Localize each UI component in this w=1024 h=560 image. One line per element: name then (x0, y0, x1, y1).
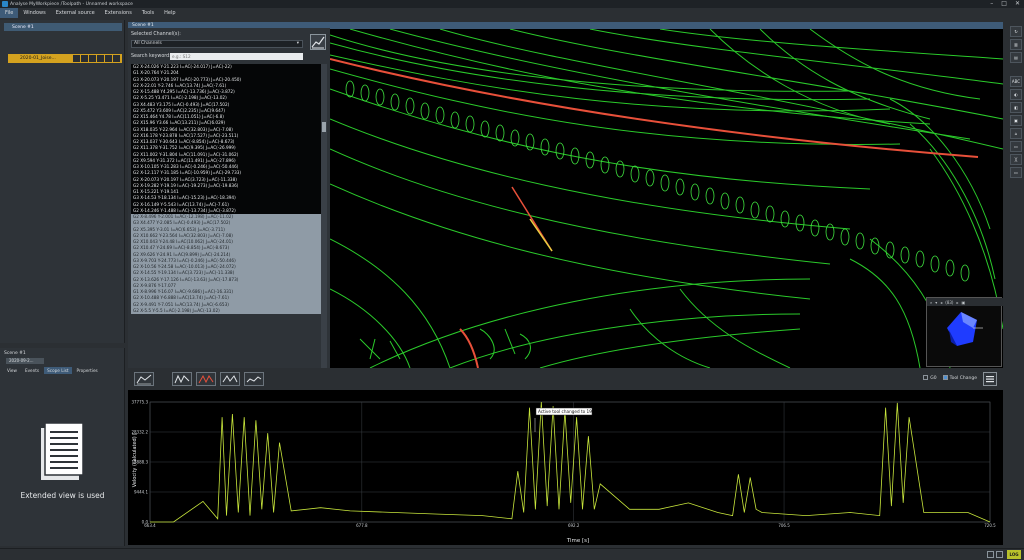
chart-mode-velocity-button[interactable] (172, 372, 192, 386)
scene-tree-panel: Scene #1 2020-01_Joise... (0, 20, 125, 343)
scene-tab-label: Scene #1 (12, 24, 34, 30)
menu-file[interactable]: File (0, 8, 19, 18)
channel-panel: Selected Channel(s): All Channels ▾ Sear… (128, 28, 330, 368)
close-icon[interactable] (113, 55, 120, 62)
chart-toolbar: G0 Tool Change (128, 369, 1003, 389)
maximize-button[interactable]: □ (1001, 0, 1007, 8)
camera-icon[interactable]: ▣ (962, 300, 966, 305)
cube-icon[interactable]: ▣ (1010, 115, 1022, 126)
zoom-icon[interactable]: ⌕ (930, 300, 932, 305)
menu-extensions[interactable]: Extensions (100, 8, 137, 18)
screen-icon[interactable]: ▭ (1010, 167, 1022, 178)
right-toolbar: ↻ ▥ ▤ ABC ◐ ◧ ▣ ⌂ ▭ ╳ ▭ (1008, 22, 1024, 548)
refresh-icon[interactable]: ↻ (1010, 26, 1022, 37)
view-icon[interactable]: ◧ (1010, 102, 1022, 113)
grid-status-icon[interactable] (996, 551, 1003, 558)
velocity-chart[interactable]: 0.0 9444.1 18888.3 28332.2 37775.3 663.4 677.8… (128, 390, 1003, 545)
code-list-scrollbar[interactable] (321, 64, 327, 368)
gcode-list[interactable]: G2 X-24.026 Y-21.223 I=AC(-24.017) J=AC(… (131, 64, 321, 368)
y-tick-label: 37775.3 (131, 400, 148, 405)
status-bar: LOG (0, 548, 1024, 560)
scene-tab[interactable]: Scene #1 (4, 23, 122, 31)
toolpath-canvas[interactable] (330, 29, 1003, 368)
text-labels-icon[interactable]: ABC (1010, 76, 1022, 87)
scrollbar-thumb[interactable] (322, 122, 326, 132)
hamburger-icon[interactable] (983, 372, 997, 386)
chart-mode-accel-button[interactable] (220, 372, 240, 386)
document-icon (41, 422, 84, 480)
menu-bar: File Windows External source Extensions … (0, 8, 1024, 18)
g0-toggle[interactable]: G0 (923, 375, 937, 381)
y-tick-label: 9444.1 (134, 489, 148, 494)
menu-help[interactable]: Help (159, 8, 180, 18)
x-tick-label: 692.2 (568, 523, 580, 528)
chart-mode-feed-button[interactable] (196, 372, 216, 386)
workpiece-preview-icon (947, 312, 983, 346)
title-bar: Analyse MyWorkpiece /Toolpath - Unnamed … (0, 0, 1024, 8)
menu-tools[interactable]: Tools (137, 8, 159, 18)
chart-mode-jerk-button[interactable] (244, 372, 264, 386)
channel-select-value: All Channels (134, 41, 162, 46)
scene-properties-panel: Scene #1 2020-09-2... View Events Scope … (0, 348, 125, 546)
arrow-right-icon[interactable]: ▸ (957, 300, 959, 305)
minimap-label: (83) (945, 299, 954, 305)
toolchange-checkbox[interactable] (942, 375, 948, 380)
x-tick-label: 720.5 (984, 523, 996, 528)
shading-icon[interactable]: ◐ (1010, 89, 1022, 100)
log-button[interactable]: LOG (1007, 550, 1021, 559)
y-axis-label: Velocity (calculated) [ (132, 433, 138, 487)
x-tick-label: 706.5 (778, 523, 790, 528)
velocity-chart-svg[interactable]: 0.09444.118888.328332.237775.3663.4 677.8… (128, 390, 1003, 545)
toolchange-toggle[interactable]: Tool Change (942, 375, 977, 381)
cross-icon[interactable]: ╳ (1010, 154, 1022, 165)
annotation-text: Active tool changed to 19 (538, 409, 592, 414)
toolchange-label: Tool Change (949, 376, 977, 381)
channel-label: Selected Channel(s): (131, 32, 181, 37)
x-tick-label: 663.4 (144, 523, 156, 528)
g0-checkbox[interactable] (923, 375, 929, 380)
tab-events[interactable]: Events (22, 367, 42, 374)
scene-row-label: 2020-01_Joise... (20, 56, 56, 61)
x-tick-label: 677.8 (356, 523, 368, 528)
panel-title: Scene #1 (4, 351, 26, 356)
chart-icon[interactable] (310, 34, 326, 50)
chevron-down-icon[interactable]: ▾ (935, 300, 937, 305)
app-icon (2, 1, 8, 7)
frame-icon[interactable]: ▭ (1010, 141, 1022, 152)
scene-row[interactable]: 2020-01_Joise... (8, 54, 122, 63)
home-icon[interactable]: ⌂ (1010, 128, 1022, 139)
tab-view[interactable]: View (4, 367, 20, 374)
search-input[interactable] (170, 53, 303, 60)
tab-properties[interactable]: Properties (74, 367, 101, 374)
chevron-down-icon: ▾ (296, 41, 299, 46)
document-status-icon[interactable] (987, 551, 994, 558)
minimap[interactable]: ⌕ ▾ ◂ (83) ▸ ▣ (926, 297, 1003, 367)
edit-icon[interactable] (73, 55, 80, 62)
search-label: Search keyword: (131, 54, 171, 59)
tab-scope-list[interactable]: Scope List (44, 367, 72, 374)
scene-subtab[interactable]: 2020-09-2... (6, 358, 44, 364)
menu-external-source[interactable]: External source (51, 8, 100, 18)
chart-mode-line-button[interactable] (134, 372, 154, 386)
panel-icon[interactable]: ▥ (1010, 39, 1022, 50)
toolpath-3d-view[interactable]: ⌕ ▾ ◂ (83) ▸ ▣ (330, 29, 1003, 368)
close-button[interactable]: ✕ (1015, 0, 1020, 8)
code-line[interactable]: G2 X-5.5 Y-5.5 I=AC(-2.198) J=AC(-13.02) (131, 307, 321, 314)
pen-icon[interactable] (81, 55, 88, 62)
channel-select[interactable]: All Channels ▾ (131, 40, 303, 48)
minimize-button[interactable]: – (990, 0, 993, 8)
x-axis-label: Time [s] (566, 538, 589, 544)
arrow-icon[interactable]: ◂ (940, 300, 942, 305)
menu-windows[interactable]: Windows (18, 8, 50, 18)
window-title: Analyse MyWorkpiece /Toolpath - Unnamed … (10, 1, 133, 7)
target-icon[interactable] (105, 55, 112, 62)
g0-label: G0 (930, 376, 937, 381)
grid-icon[interactable] (97, 55, 104, 62)
extended-view-message: Extended view is used (20, 491, 105, 500)
color-icon[interactable] (89, 55, 96, 62)
layout-icon[interactable]: ▤ (1010, 52, 1022, 63)
